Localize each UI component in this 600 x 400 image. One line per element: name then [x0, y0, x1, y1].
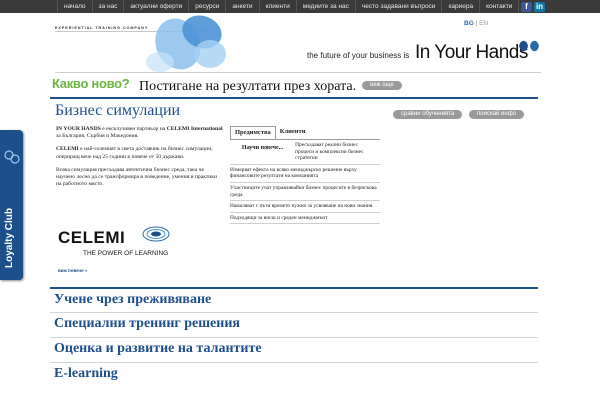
link-label: E-learning [54, 366, 118, 381]
page-title: Бизнес симулации [55, 102, 181, 119]
loyalty-club-label: Loyalty Club [4, 207, 15, 268]
nav-item-clients[interactable]: клиенти [260, 0, 297, 13]
request-info-button[interactable]: поискай инфо [469, 110, 524, 119]
lang-en-link[interactable]: EN [479, 20, 488, 27]
intro-text: IN YOUR HANDS е ексклузивен партньор на … [56, 126, 223, 194]
linkedin-letter: in [535, 2, 544, 11]
nav-item-faq[interactable]: често задавани въпроси [356, 0, 443, 13]
link-label: Учене чрез преживяване [54, 292, 212, 307]
nav-item-about[interactable]: за нас [93, 0, 125, 13]
intro-paragraph-2: CELEMI е най-големият в света доставчик … [56, 146, 223, 160]
celemi-logo[interactable]: CELEMI THE POWER OF LEARNING [58, 220, 173, 260]
list-item: Подходящи за висш и среден мениджмънт [230, 213, 380, 225]
list-item: Измерват ефекта на всяко мениджърско реш… [230, 165, 380, 183]
benefit-text: Измерват ефекта на всяко мениджърско реш… [230, 166, 357, 180]
facebook-icon[interactable]: f [521, 2, 532, 12]
benefit-text: Пресъздават реални бизнес процеси и комп… [295, 142, 364, 162]
brand-logo-text[interactable]: In Your Hands [415, 42, 528, 64]
intro-celemi-name: CELEMI [56, 146, 79, 153]
loyalty-club-tab[interactable]: Loyalty Club [0, 130, 23, 280]
lang-bg-link[interactable]: BG [464, 20, 474, 27]
nav-item-careers[interactable]: кариера [442, 0, 481, 13]
list-item: Научи повече... Пресъздават реални бизне… [230, 140, 380, 165]
list-item: Участниците учат управлявайки бизнес про… [230, 183, 380, 202]
top-nav-items: начало за нас актуални оферти ресурси ан… [57, 0, 520, 13]
intro-partner-name: CELEMI International [166, 126, 223, 132]
benefit-text: Подходящи за висш и среден мениджмънт [230, 214, 328, 221]
header-divider [55, 72, 541, 73]
link-label: Оценка и развитие на талантите [54, 341, 262, 356]
link-experiential-learning[interactable]: Учене чрез преживяване [50, 287, 538, 312]
top-navigation: начало за нас актуални оферти ресурси ан… [0, 0, 600, 13]
nav-item-home[interactable]: начало [57, 0, 93, 13]
tab-bar: Предимства Клиенти [230, 126, 380, 139]
celemi-swirl-icon [142, 226, 170, 242]
intro-text-end: за България, Сърбия и Македония. [56, 133, 139, 140]
loyalty-butterfly-icon [4, 150, 20, 164]
logo-butterfly-icon [519, 40, 539, 52]
nav-item-offers[interactable]: актуални оферти [124, 0, 190, 13]
intro-company-name: IN YOUR HANDS [56, 126, 101, 132]
header-slogan: the future of your business is [307, 51, 410, 60]
tab-benefits[interactable]: Предимства [230, 126, 276, 139]
link-special-training[interactable]: Специални тренинг решения [50, 312, 538, 337]
company-tagline: EXPERIENTIAL TRAINING COMPANY [55, 26, 149, 30]
list-item: Намаляват с пъти времето нужно за усвояв… [230, 201, 380, 213]
linkedin-icon[interactable]: in [534, 2, 545, 12]
intro-text-part: е ексклузивен партньор на [100, 126, 167, 132]
nav-item-resources[interactable]: ресурси [189, 0, 227, 13]
news-more-button[interactable]: виж още [362, 81, 402, 90]
nav-item-surveys[interactable]: анкети [226, 0, 260, 13]
intro-paragraph-1: IN YOUR HANDS е ексклузивен партньор на … [56, 126, 223, 140]
link-talent-development[interactable]: Оценка и развитие на талантите [50, 337, 538, 362]
see-more-link[interactable]: виж повече » [58, 268, 87, 273]
facebook-letter: f [525, 2, 528, 11]
benefit-text: Участниците учат управлявайки бизнес про… [230, 184, 377, 198]
program-links: Учене чрез преживяване Специални тренинг… [50, 287, 538, 387]
intro-paragraph-3: Всяка симулация пресъздава автентична би… [56, 166, 218, 188]
butterfly-icon [146, 15, 226, 72]
tab-content: Научи повече... Пресъздават реални бизне… [230, 139, 380, 225]
benefits-tabs: Предимства Клиенти Научи повече... Пресъ… [230, 126, 380, 225]
link-label: Специални тренинг решения [54, 316, 240, 331]
nav-item-contacts[interactable]: контакти [480, 0, 520, 13]
news-bar: Какво ново? Постигане на резултати през … [50, 76, 538, 96]
benefit-text: Намаляват с пъти времето нужно за усвояв… [230, 203, 373, 210]
link-e-learning[interactable]: E-learning [50, 362, 538, 387]
compare-trainings-button[interactable]: сравни обученията [393, 110, 463, 119]
nav-item-media[interactable]: медиите за нас [297, 0, 356, 13]
learn-more-link[interactable]: Научи повече... [230, 142, 295, 162]
celemi-logo-subtitle: THE POWER OF LEARNING [83, 250, 169, 257]
header: EXPERIENTIAL TRAINING COMPANY BG | EN th… [55, 14, 541, 73]
section-divider [50, 97, 538, 99]
language-switch: BG | EN [464, 20, 488, 27]
news-headline[interactable]: Постигане на резултати през хората. [139, 79, 356, 95]
news-label: Какво ново? [52, 76, 130, 91]
celemi-logo-word: CELEMI [58, 228, 126, 247]
tab-clients[interactable]: Клиенти [276, 126, 310, 139]
intro-celemi-text: е най-големият в света доставчик на бизн… [56, 146, 213, 160]
